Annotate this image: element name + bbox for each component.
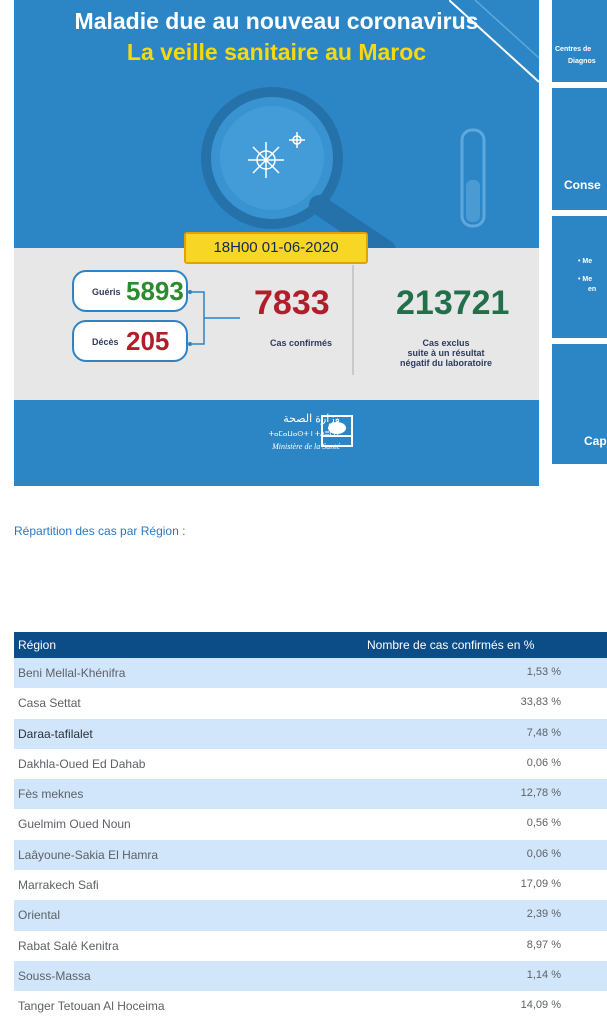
excluded-label-line1: Cas exclus bbox=[422, 338, 470, 348]
region-percent: 0,56 % bbox=[526, 817, 561, 830]
region-percent: 1,53 % bbox=[526, 666, 561, 678]
table-row: Casa Settat 33,83 % bbox=[14, 688, 607, 719]
banner-subtitle: La veille sanitaire au Maroc bbox=[126, 39, 427, 65]
side-card-3-bullet2: • Me bbox=[578, 276, 593, 283]
table-row: Daraa-tafilalet 7,48 % bbox=[14, 718, 607, 749]
excluded-cases-value: 213721 bbox=[396, 284, 510, 322]
header-region: Région bbox=[18, 638, 57, 652]
region-percent: 0,06 % bbox=[526, 847, 561, 860]
confirmed-cases-value: 7833 bbox=[254, 284, 330, 322]
side-card-capsules[interactable]: Cap bbox=[552, 344, 607, 464]
bracket-connector bbox=[188, 290, 240, 346]
deces-pill: Décès 205 bbox=[72, 320, 188, 362]
region-name: Oriental bbox=[18, 908, 61, 923]
region-percent: 7,48 % bbox=[526, 726, 561, 739]
excluded-label-line3: négatif du laboratoire bbox=[399, 358, 492, 368]
region-name: Daraa-tafilalet bbox=[18, 726, 93, 741]
region-percent: 17,09 % bbox=[520, 878, 561, 891]
region-name: Dakhla-Oued Ed Dahab bbox=[18, 756, 146, 771]
ministry-logo-icon bbox=[321, 415, 353, 447]
region-percent: 14,09 % bbox=[520, 999, 561, 1012]
side-card-4-label: Cap bbox=[584, 434, 607, 448]
region-name: Casa Settat bbox=[18, 696, 81, 711]
region-percent: 8,97 % bbox=[526, 938, 561, 951]
side-card-3-bullet1: • Me bbox=[578, 258, 593, 265]
header-percent: Nombre de cas confirmés en % bbox=[367, 638, 535, 652]
side-card-2-label: Conse bbox=[564, 178, 601, 192]
table-header: Région Nombre de cas confirmés en % bbox=[14, 632, 607, 658]
covid-infographic-banner[interactable]: Maladie due au nouveau coronavirus La ve… bbox=[14, 0, 539, 486]
region-percent: 2,39 % bbox=[526, 908, 561, 921]
region-name: Souss-Massa bbox=[18, 968, 91, 983]
side-card-conseils[interactable]: Conse bbox=[552, 88, 607, 210]
excluded-cases-label: Cas exclus suite à un résultat négatif d… bbox=[376, 338, 516, 368]
section-title: Répartition des cas par Région : bbox=[14, 524, 186, 538]
region-name: Laâyoune-Sakia El Hamra bbox=[18, 847, 159, 862]
side-card-1-line1: Centres de bbox=[555, 46, 592, 53]
region-name: Tanger Tetouan Al Hoceima bbox=[18, 999, 165, 1014]
gueris-pill: Guéris 5893 bbox=[72, 270, 188, 312]
region-cases-table: Région Nombre de cas confirmés en % Beni… bbox=[14, 632, 607, 1022]
gueris-label: Guéris bbox=[92, 287, 121, 297]
region-percent: 1,14 % bbox=[526, 968, 561, 981]
region-name: Marrakech Safi bbox=[18, 878, 99, 893]
table-row: Oriental 2,39 % bbox=[14, 900, 607, 931]
region-name: Guelmim Oued Noun bbox=[18, 817, 131, 832]
stats-divider bbox=[352, 265, 354, 375]
deces-value: 205 bbox=[126, 326, 170, 356]
table-row: Guelmim Oued Noun 0,56 % bbox=[14, 809, 607, 840]
table-row: Laâyoune-Sakia El Hamra 0,06 % bbox=[14, 839, 607, 871]
excluded-label-line2: suite à un résultat bbox=[407, 348, 485, 358]
table-row: Marrakech Safi 17,09 % bbox=[14, 870, 607, 901]
region-name: Fès meknes bbox=[18, 787, 84, 802]
table-row: Fès meknes 12,78 % bbox=[14, 779, 607, 810]
side-card-mesures[interactable]: • Me • Me en bbox=[552, 216, 607, 338]
table-row: Souss-Massa 1,14 % bbox=[14, 960, 607, 992]
region-percent: 0,06 % bbox=[526, 756, 561, 769]
gueris-value: 5893 bbox=[126, 276, 184, 306]
side-card-1-line2: Diagnos bbox=[568, 58, 596, 65]
table-body: Beni Mellal-Khénifra 1,53 % Casa Settat 33,… bbox=[14, 658, 607, 1022]
magnifier-virus-icon bbox=[201, 87, 486, 250]
table-row: Tanger Tetouan Al Hoceima 14,09 % bbox=[14, 991, 607, 1022]
table-row: Beni Mellal-Khénifra 1,53 % bbox=[14, 658, 607, 689]
side-card-3-bullet3: en bbox=[588, 286, 597, 293]
side-card-diagnostic-centres[interactable]: Centres de Diagnos bbox=[552, 0, 607, 82]
banner-title: Maladie due au nouveau coronavirus bbox=[74, 8, 479, 34]
region-name: Beni Mellal-Khénifra bbox=[18, 666, 126, 680]
table-row: Rabat Salé Kenitra 8,97 % bbox=[14, 930, 607, 961]
region-name: Rabat Salé Kenitra bbox=[18, 938, 119, 953]
report-datetime: 18H00 01-06-2020 bbox=[184, 232, 368, 264]
region-percent: 12,78 % bbox=[520, 787, 561, 800]
region-percent: 33,83 % bbox=[520, 696, 561, 709]
deces-label: Décès bbox=[92, 337, 119, 347]
confirmed-cases-label: Cas confirmés bbox=[269, 338, 333, 348]
table-row: Dakhla-Oued Ed Dahab 0,06 % bbox=[14, 748, 607, 780]
